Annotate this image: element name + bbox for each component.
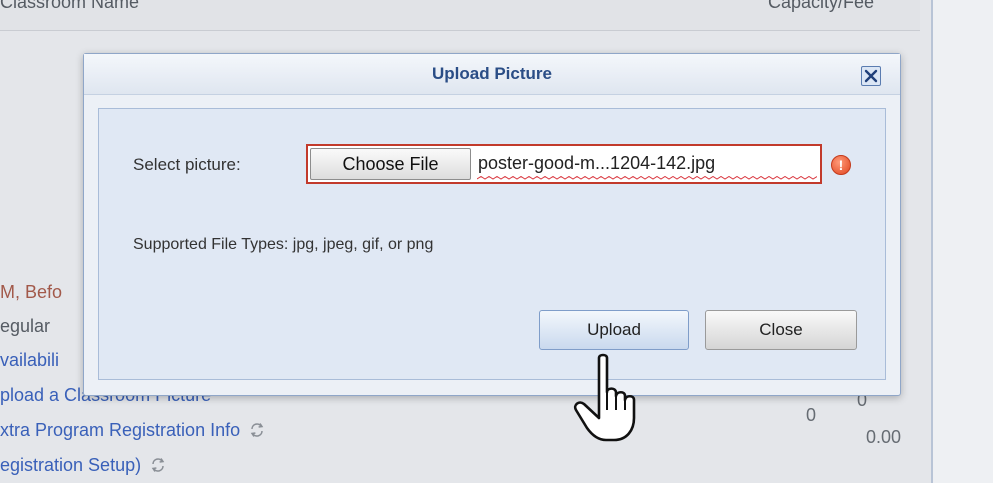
dialog-body: Select picture: Choose File poster-good-… — [98, 108, 886, 380]
dialog-titlebar[interactable]: Upload Picture — [84, 54, 900, 95]
column-header-classroom-name[interactable]: Classroom Name — [0, 0, 139, 13]
error-icon: ! — [831, 155, 851, 175]
file-input[interactable]: Choose File poster-good-m...1204-142.jpg — [306, 144, 822, 184]
list-item: egular — [0, 316, 51, 336]
list-item[interactable]: M, Befo — [0, 282, 62, 303]
close-icon[interactable] — [861, 66, 881, 86]
registration-setup-link[interactable]: egistration Setup) — [0, 455, 141, 475]
dialog-title: Upload Picture — [432, 64, 552, 83]
upload-button[interactable]: Upload — [539, 310, 689, 350]
spellcheck-underline — [477, 176, 817, 180]
registration-setup-row: egistration Setup) — [0, 455, 166, 476]
extra-program-registration-link[interactable]: xtra Program Registration Info — [0, 420, 240, 440]
hand-cursor-icon — [573, 353, 636, 442]
close-button[interactable]: Close — [705, 310, 857, 350]
select-picture-label: Select picture: — [133, 155, 241, 174]
capacity-value: 0 — [806, 405, 817, 425]
table-header: Classroom Name Capacity/Fee — [0, 0, 920, 31]
supported-file-types-text: Supported File Types: jpg, jpeg, gif, or… — [133, 236, 434, 253]
right-panel — [933, 0, 993, 483]
column-header-capacity-fee[interactable]: Capacity/Fee — [768, 0, 874, 13]
fee-value: 0.00 — [866, 427, 902, 447]
sync-icon[interactable] — [249, 422, 265, 438]
list-item[interactable]: vailabili — [0, 350, 59, 371]
extra-program-registration-row: xtra Program Registration Info — [0, 420, 265, 441]
selected-file-name: poster-good-m...1204-142.jpg — [478, 153, 716, 173]
choose-file-button[interactable]: Choose File — [310, 148, 471, 180]
sync-icon[interactable] — [150, 457, 166, 473]
upload-picture-dialog: Upload Picture Select picture: Choose Fi… — [83, 53, 901, 396]
